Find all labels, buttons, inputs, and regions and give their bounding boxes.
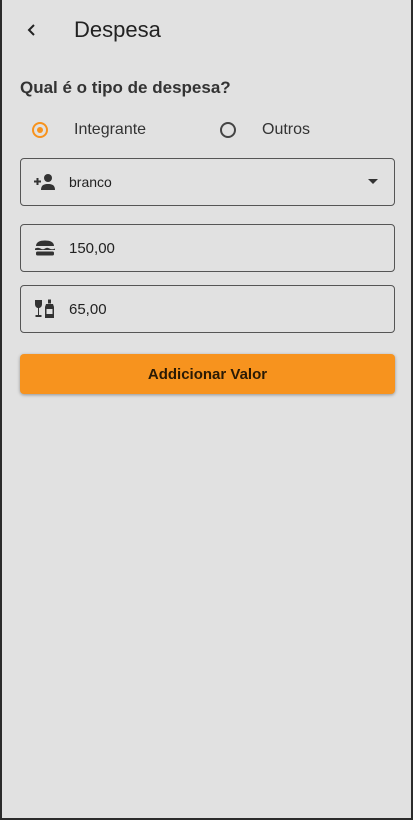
wine-bottle-icon — [33, 297, 57, 321]
drink-amount-value: 65,00 — [69, 300, 107, 318]
back-button[interactable] — [18, 16, 46, 44]
food-amount-field[interactable]: 150,00 — [20, 224, 395, 272]
drink-amount-field[interactable]: 65,00 — [20, 285, 395, 333]
app-bar: Despesa — [2, 0, 411, 60]
burger-icon — [33, 236, 57, 260]
member-select[interactable]: branco — [20, 158, 395, 206]
member-select-value: branco — [69, 174, 112, 190]
add-value-button[interactable]: Addicionar Valor — [20, 354, 395, 394]
radio-outros-label: Outros — [262, 121, 311, 138]
radio-selected-icon — [32, 122, 48, 138]
radio-integrante[interactable]: Integrante — [32, 118, 146, 142]
radio-integrante-label: Integrante — [74, 121, 147, 138]
radio-unselected-icon — [220, 122, 236, 138]
food-amount-value: 150,00 — [69, 239, 115, 257]
expense-type-question: Qual é o tipo de despesa? — [20, 78, 231, 97]
expense-type-radio-group: Integrante Outros — [2, 118, 411, 142]
page-title: Despesa — [74, 17, 161, 42]
person-add-icon — [33, 170, 57, 194]
chevron-left-icon — [27, 24, 35, 36]
radio-outros[interactable]: Outros — [220, 118, 310, 142]
dropdown-arrow-icon — [368, 179, 378, 184]
